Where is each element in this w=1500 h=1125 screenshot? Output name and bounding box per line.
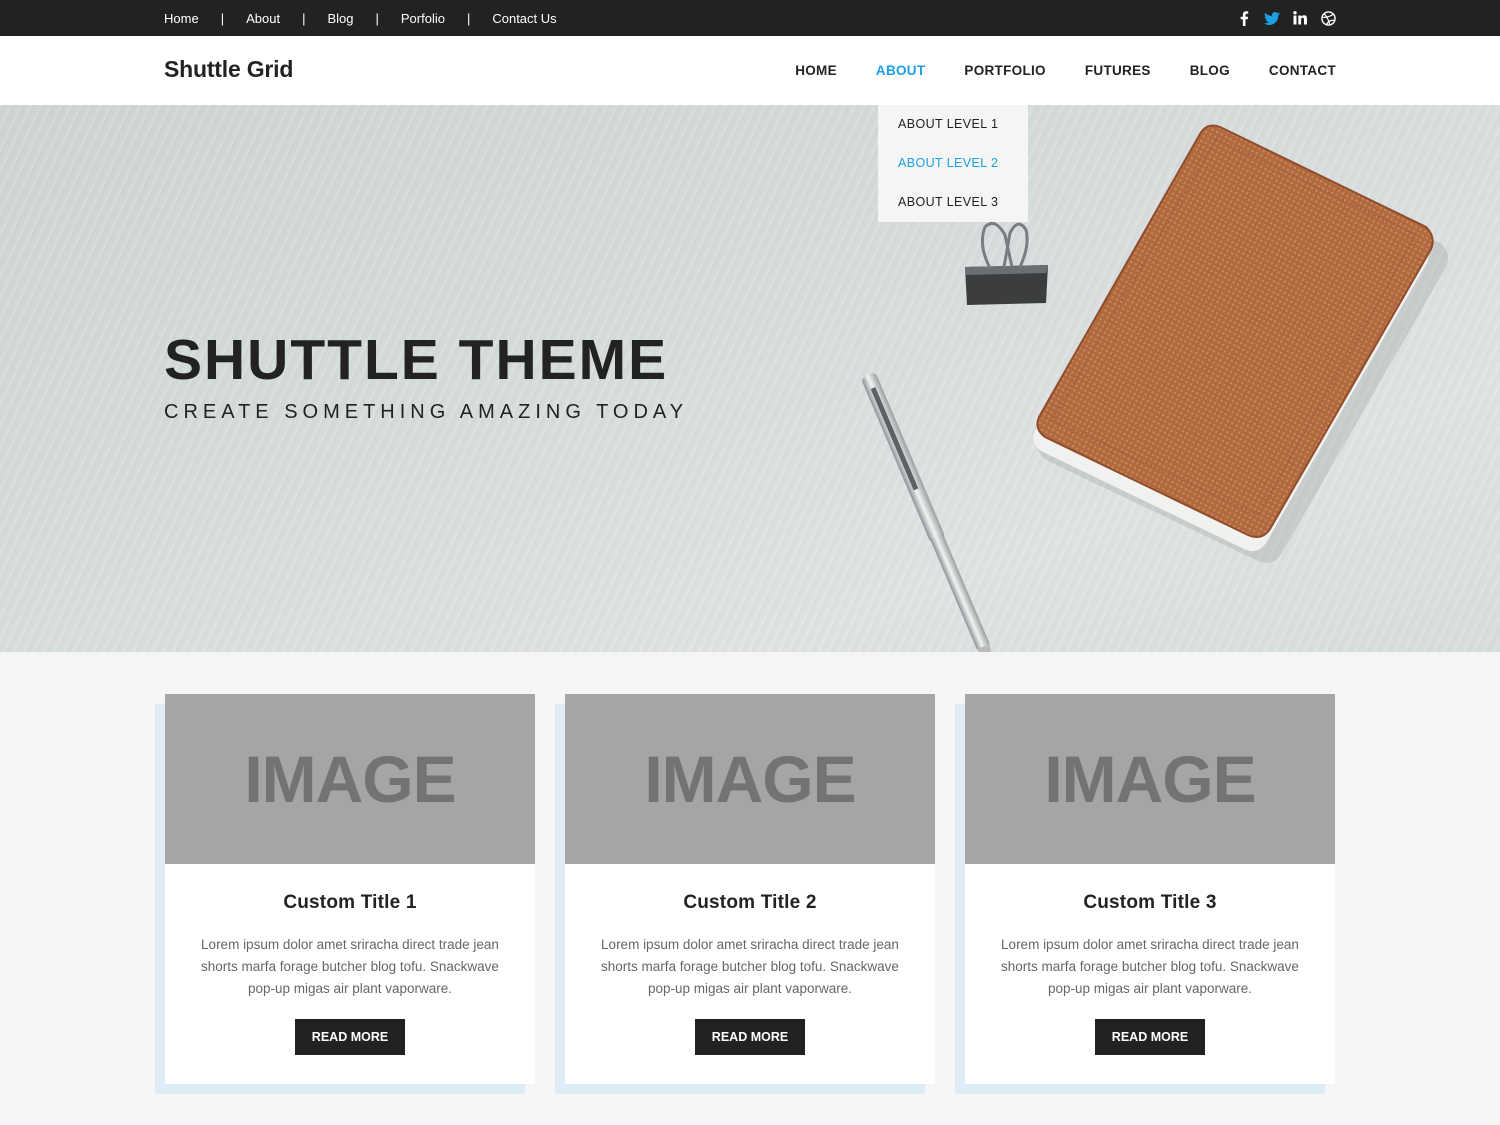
card-2: IMAGE Custom Title 2 Lorem ipsum dolor a…: [555, 694, 935, 1094]
nav-item-about[interactable]: ABOUT: [876, 63, 926, 78]
twitter-icon[interactable]: [1264, 10, 1280, 26]
top-link-home[interactable]: Home: [164, 11, 199, 26]
card-text: Lorem ipsum dolor amet sriracha direct t…: [201, 937, 499, 996]
top-link-about[interactable]: About: [246, 11, 280, 26]
hero-title: SHUTTLE THEME: [164, 328, 669, 392]
linkedin-icon[interactable]: [1292, 10, 1308, 26]
top-link-contact[interactable]: Contact Us: [492, 11, 556, 26]
top-links: Home | About | Blog | Porfolio | Contact…: [164, 0, 557, 36]
card-image-placeholder: IMAGE: [165, 694, 535, 864]
image-placeholder-label: IMAGE: [1044, 742, 1256, 816]
card-1: IMAGE Custom Title 1 Lorem ipsum dolor a…: [155, 694, 535, 1094]
hero-subtitle: CREATE SOMETHING AMAZING TODAY: [164, 401, 689, 423]
image-placeholder-label: IMAGE: [644, 742, 856, 816]
card-body: IMAGE Custom Title 3 Lorem ipsum dolor a…: [965, 694, 1335, 1084]
image-placeholder-label: IMAGE: [244, 742, 456, 816]
card-image-placeholder: IMAGE: [565, 694, 935, 864]
dropdown-item-about-level-2[interactable]: ABOUT LEVEL 2: [878, 144, 1028, 183]
facebook-icon[interactable]: [1236, 10, 1252, 26]
top-link-blog[interactable]: Blog: [327, 11, 353, 26]
top-link-separator: |: [302, 10, 306, 26]
card-3: IMAGE Custom Title 3 Lorem ipsum dolor a…: [955, 694, 1335, 1094]
main-nav: HOME ABOUT PORTFOLIO FUTURES BLOG CONTAC…: [756, 36, 1336, 105]
top-link-separator: |: [466, 10, 471, 26]
read-more-button[interactable]: READ MORE: [695, 1019, 805, 1055]
top-link-separator: |: [220, 10, 225, 26]
card-title: Custom Title 1: [283, 892, 417, 913]
nav-item-home[interactable]: HOME: [795, 63, 837, 78]
social-icons: [1236, 0, 1336, 36]
top-link-portfolio[interactable]: Porfolio: [401, 11, 445, 26]
dropdown-item-about-level-3[interactable]: ABOUT LEVEL 3: [878, 183, 1028, 222]
dropdown-item-about-level-1[interactable]: ABOUT LEVEL 1: [878, 105, 1028, 144]
nav-item-contact[interactable]: CONTACT: [1269, 63, 1336, 78]
card-title: Custom Title 3: [1083, 892, 1217, 913]
dribbble-icon[interactable]: [1320, 10, 1336, 26]
read-more-button[interactable]: READ MORE: [295, 1019, 405, 1055]
card-title: Custom Title 2: [683, 892, 817, 913]
about-dropdown-menu: ABOUT LEVEL 1 ABOUT LEVEL 2 ABOUT LEVEL …: [878, 105, 1028, 222]
card-body: IMAGE Custom Title 2 Lorem ipsum dolor a…: [565, 694, 935, 1084]
nav-item-portfolio[interactable]: PORTFOLIO: [964, 63, 1045, 78]
site-logo[interactable]: Shuttle Grid: [164, 56, 293, 83]
top-bar: Home | About | Blog | Porfolio | Contact…: [0, 0, 1500, 36]
read-more-button[interactable]: READ MORE: [1095, 1019, 1205, 1055]
card-text: Lorem ipsum dolor amet sriracha direct t…: [1001, 937, 1299, 996]
card-body: IMAGE Custom Title 1 Lorem ipsum dolor a…: [165, 694, 535, 1084]
card-text: Lorem ipsum dolor amet sriracha direct t…: [601, 937, 899, 996]
hero-banner: SHUTTLE THEME CREATE SOMETHING AMAZING T…: [0, 105, 1500, 652]
nav-item-blog[interactable]: BLOG: [1190, 63, 1230, 78]
card-image-placeholder: IMAGE: [965, 694, 1335, 864]
nav-item-futures[interactable]: FUTURES: [1085, 63, 1151, 78]
top-link-separator: |: [375, 10, 379, 26]
site-header: Shuttle Grid HOME ABOUT PORTFOLIO FUTURE…: [0, 36, 1500, 105]
